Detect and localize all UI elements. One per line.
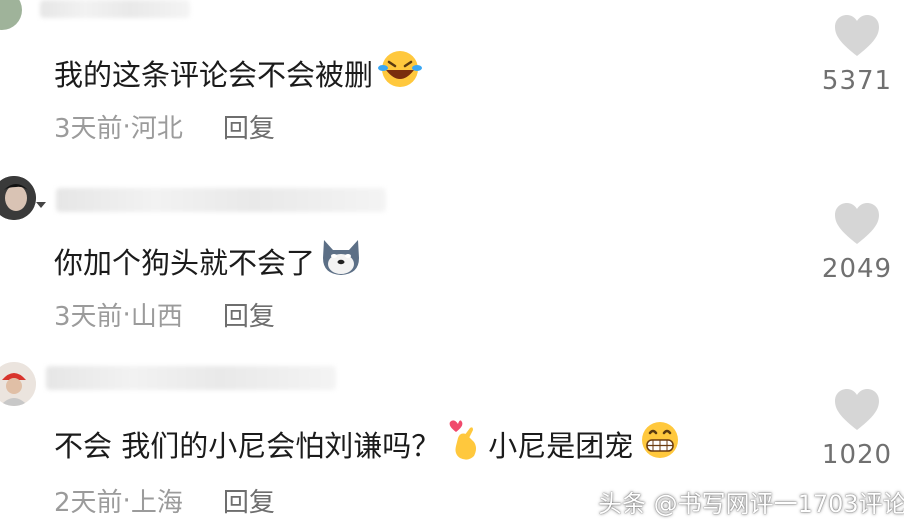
watermark: 头条 @书写网评一1703评论 bbox=[598, 490, 904, 518]
separator: · bbox=[122, 485, 131, 516]
avatar[interactable] bbox=[0, 176, 36, 220]
comment-meta: 3天前 · 河北 回复 bbox=[54, 108, 275, 145]
dog-head-emoji-icon bbox=[319, 236, 363, 285]
avatar[interactable] bbox=[0, 362, 36, 406]
comment-location: 山西 bbox=[130, 302, 183, 332]
comment-date: 2天前 bbox=[54, 488, 123, 518]
comment-meta: 3天前 · 山西 回复 bbox=[54, 296, 275, 333]
reply-button[interactable]: 回复 bbox=[223, 482, 275, 519]
separator: · bbox=[122, 111, 131, 142]
heart-icon bbox=[835, 389, 879, 430]
finger-heart-emoji-icon bbox=[448, 418, 480, 469]
heart-icon bbox=[835, 203, 879, 244]
like-count: 1020 bbox=[821, 440, 893, 470]
like-count: 5371 bbox=[821, 66, 893, 96]
username-blurred bbox=[46, 366, 336, 390]
comment-date: 3天前 bbox=[54, 302, 123, 332]
user-badge-icon bbox=[36, 202, 46, 208]
like-button[interactable]: 5371 bbox=[818, 14, 896, 96]
comment-meta: 2天前 · 上海 回复 bbox=[54, 482, 275, 519]
comment-text: 你加个狗头就不会了 bbox=[54, 236, 363, 285]
comment-date: 3天前 bbox=[54, 114, 123, 144]
laughing-tears-emoji-icon bbox=[377, 48, 423, 97]
grin-emoji-icon bbox=[637, 419, 683, 468]
heart-icon bbox=[835, 15, 879, 56]
reply-button[interactable]: 回复 bbox=[223, 296, 275, 333]
comment-text: 不会 我们的小尼会怕刘谦吗？ 小尼是团宠 bbox=[54, 418, 683, 469]
comment-location: 河北 bbox=[130, 114, 183, 144]
comment-text: 我的这条评论会不会被删 bbox=[54, 48, 423, 97]
comment-location: 上海 bbox=[130, 488, 183, 518]
username-blurred bbox=[56, 188, 386, 212]
like-button[interactable]: 1020 bbox=[818, 388, 896, 470]
avatar[interactable] bbox=[0, 0, 22, 30]
like-count: 2049 bbox=[821, 254, 893, 284]
reply-button[interactable]: 回复 bbox=[223, 108, 275, 145]
username-blurred bbox=[40, 0, 190, 18]
like-button[interactable]: 2049 bbox=[818, 202, 896, 284]
separator: · bbox=[122, 299, 131, 330]
